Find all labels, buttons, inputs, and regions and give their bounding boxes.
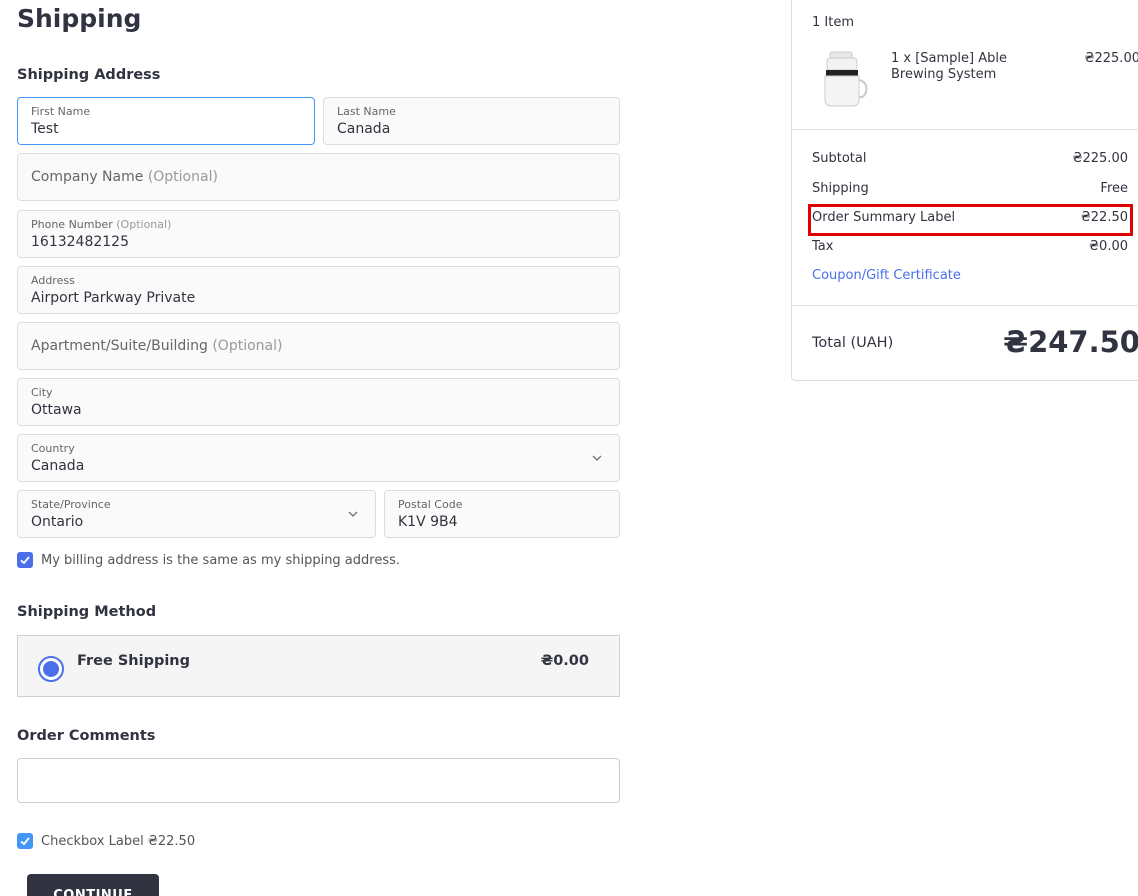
checkmark-icon [20, 837, 30, 846]
order-summary-panel: 1 Item 1 x [Sample] Able Brewing System … [791, 0, 1138, 381]
subtotal-row: Subtotal ₴225.00 [812, 151, 1128, 166]
chevron-down-icon [592, 455, 602, 461]
last-name-field[interactable]: Last Name Canada [323, 97, 620, 145]
shipping-option-price: ₴0.00 [540, 653, 589, 669]
tax-value: ₴0.00 [1088, 239, 1128, 254]
state-province-label: State/Province [31, 498, 111, 511]
total-value: ₴247.50 [1003, 325, 1138, 359]
coupon-link[interactable]: Coupon/Gift Certificate [812, 268, 961, 283]
order-comments-input[interactable] [17, 758, 620, 803]
last-name-value: Canada [337, 121, 391, 137]
subtotal-label: Subtotal [812, 151, 867, 166]
last-name-label: Last Name [337, 105, 396, 118]
order-comments-heading: Order Comments [17, 728, 156, 744]
extra-checkbox-row[interactable]: Checkbox Label ₴22.50 [17, 833, 195, 849]
state-province-value: Ontario [31, 514, 84, 530]
shipping-option-name: Free Shipping [77, 653, 191, 669]
shipping-label: Shipping [812, 181, 869, 196]
first-name-field[interactable]: First Name Test [17, 97, 315, 145]
country-select[interactable]: Country Canada [17, 434, 620, 482]
continue-button[interactable]: CONTINUE [27, 874, 159, 896]
phone-number-label: Phone Number (Optional) [31, 218, 172, 231]
first-name-label: First Name [31, 105, 91, 118]
shipping-row: Shipping Free [812, 181, 1128, 196]
city-value: Ottawa [31, 402, 82, 418]
address-label: Address [31, 274, 75, 287]
state-province-select[interactable]: State/Province Ontario [17, 490, 376, 538]
phone-number-field[interactable]: Phone Number (Optional) 16132482125 [17, 210, 620, 258]
postal-code-field[interactable]: Postal Code K1V 9B4 [384, 490, 620, 538]
phone-number-value: 16132482125 [31, 234, 129, 250]
page-title: Shipping [17, 4, 142, 33]
postal-code-value: K1V 9B4 [398, 514, 458, 530]
tax-row: Tax ₴0.00 [812, 239, 1128, 254]
shipping-option-radio[interactable] [38, 656, 64, 682]
country-value: Canada [31, 458, 85, 474]
billing-same-checkbox[interactable] [17, 552, 33, 568]
highlight-box [808, 204, 1133, 236]
postal-code-label: Postal Code [398, 498, 463, 511]
shipping-value: Free [1100, 181, 1128, 196]
summary-divider [792, 305, 1138, 306]
tax-label: Tax [812, 239, 834, 254]
extra-checkbox[interactable] [17, 833, 33, 849]
address-field[interactable]: Address Airport Parkway Private [17, 266, 620, 314]
billing-same-row[interactable]: My billing address is the same as my shi… [17, 552, 400, 568]
shipping-method-heading: Shipping Method [17, 604, 157, 620]
item-price: ₴225.00 [1084, 51, 1138, 66]
chevron-down-icon [348, 511, 358, 517]
first-name-value: Test [31, 121, 59, 137]
subtotal-value: ₴225.00 [1072, 151, 1128, 166]
item-count: 1 Item [812, 15, 854, 30]
country-label: Country [31, 442, 75, 455]
radio-selected-dot [43, 661, 59, 677]
city-label: City [31, 386, 53, 399]
total-label: Total (UAH) [812, 335, 894, 351]
item-name: 1 x [Sample] Able Brewing System [891, 51, 1008, 82]
billing-same-label: My billing address is the same as my shi… [41, 552, 401, 568]
apartment-placeholder: Apartment/Suite/Building (Optional) [31, 338, 283, 354]
shipping-address-heading: Shipping Address [17, 67, 161, 83]
summary-divider [792, 129, 1138, 130]
apartment-field[interactable]: Apartment/Suite/Building (Optional) [17, 322, 620, 370]
product-image [824, 51, 868, 107]
city-field[interactable]: City Ottawa [17, 378, 620, 426]
address-value: Airport Parkway Private [31, 290, 196, 306]
company-name-field[interactable]: Company Name (Optional) [17, 153, 620, 201]
extra-checkbox-label: Checkbox Label ₴22.50 [41, 833, 196, 849]
company-name-placeholder: Company Name (Optional) [31, 169, 218, 185]
checkmark-icon [20, 556, 30, 565]
shipping-option-free[interactable]: Free Shipping ₴0.00 [17, 635, 620, 697]
